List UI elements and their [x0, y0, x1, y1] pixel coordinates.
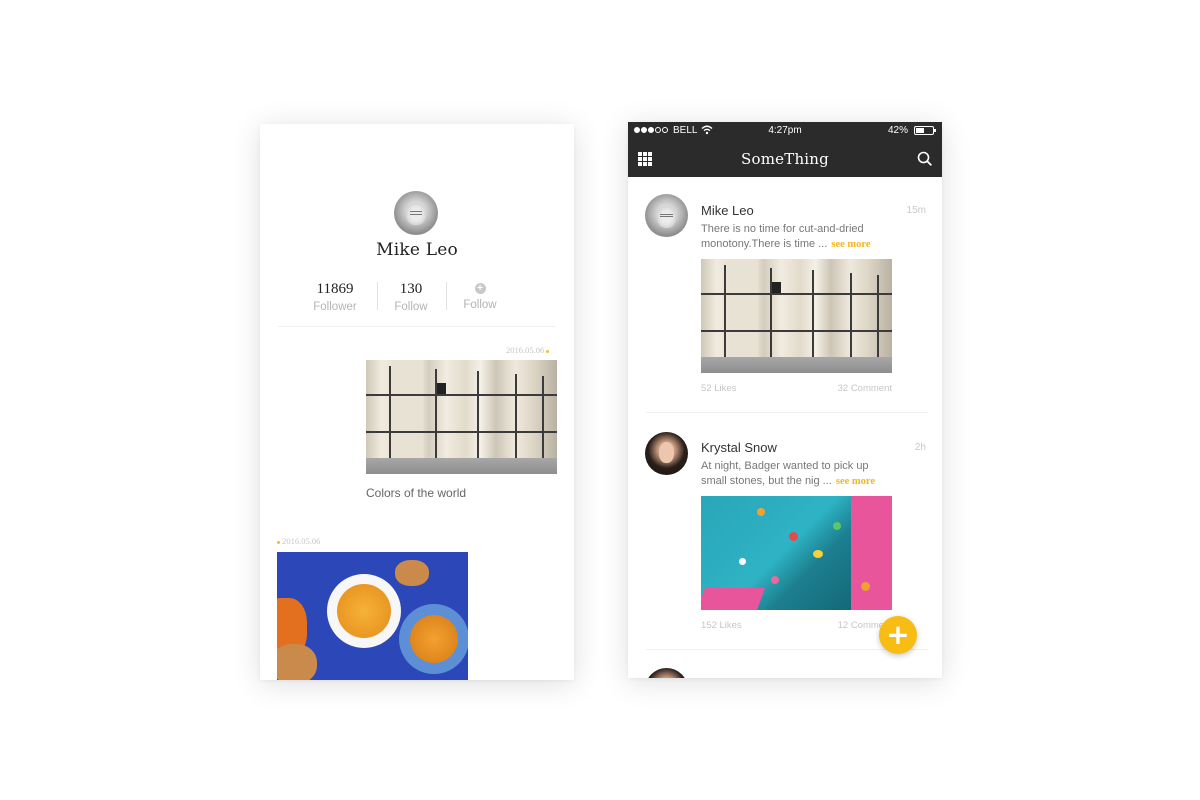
see-more-link[interactable]: see more: [836, 476, 875, 487]
app-header: SomeThing: [628, 140, 942, 177]
post-caption: Colors of the world: [366, 486, 467, 500]
comments-count[interactable]: 32 Comment: [838, 383, 892, 394]
feed-screen: BELL 4:27pm 42% SomeThing Mike Leo 15m T…: [628, 122, 942, 678]
card-time: 2h: [914, 442, 926, 453]
timeline-dot-icon: [546, 349, 550, 353]
profile-screen: Mike Leo 11869 Follower 130 Follow + Fol…: [260, 124, 574, 680]
divider: [278, 326, 556, 327]
see-more-link[interactable]: see more: [831, 239, 870, 250]
status-bar: BELL 4:27pm 42%: [628, 122, 942, 140]
plus-icon: +: [886, 618, 910, 651]
post-image[interactable]: [277, 552, 468, 680]
card-image[interactable]: [701, 496, 892, 610]
post-image[interactable]: [366, 360, 557, 474]
timeline-dot-icon: [277, 540, 280, 544]
card-image[interactable]: [701, 259, 892, 373]
post-date: 2016.05.06: [277, 536, 320, 546]
avatar[interactable]: [645, 668, 688, 678]
app-title: SomeThing: [741, 150, 829, 168]
follower-count: 11869: [316, 281, 354, 297]
card-author[interactable]: Krystal Snow: [701, 440, 777, 455]
likes-count[interactable]: 52 Likes: [701, 383, 736, 394]
follow-button[interactable]: + Follow: [456, 280, 504, 313]
follow-label: Follow: [463, 299, 497, 311]
battery-icon: [914, 125, 936, 137]
post-date: 2016.05.06: [506, 345, 550, 355]
card-text: At night, Badger wanted to pick up small…: [701, 460, 876, 487]
battery-percent: 42%: [887, 125, 908, 136]
add-post-button[interactable]: +: [879, 616, 917, 654]
card-text: There is no time for cut-and-dried monot…: [701, 223, 871, 250]
follower-stat[interactable]: 11869 Follower: [306, 280, 364, 315]
stat-divider: [377, 282, 378, 310]
stat-divider: [446, 282, 447, 310]
follower-label: Follower: [313, 301, 357, 313]
avatar[interactable]: [394, 191, 438, 235]
card-time: 15m: [906, 205, 926, 216]
avatar[interactable]: [645, 194, 688, 237]
search-icon[interactable]: [917, 151, 932, 166]
following-count: 130: [399, 281, 423, 297]
card-author[interactable]: Mike Leo: [701, 203, 754, 218]
profile-name: Mike Leo: [376, 240, 458, 260]
avatar[interactable]: [645, 432, 688, 475]
following-label: Follow: [394, 301, 428, 313]
following-stat[interactable]: 130 Follow: [386, 280, 436, 315]
plus-circle-icon: +: [474, 283, 486, 294]
divider: [646, 412, 928, 413]
likes-count[interactable]: 152 Likes: [701, 620, 742, 631]
